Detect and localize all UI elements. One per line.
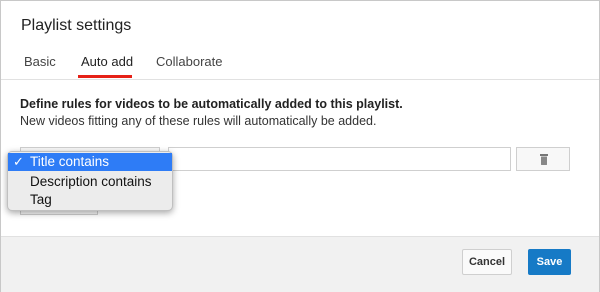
rule-value-input[interactable] <box>168 147 511 171</box>
header-divider <box>1 79 599 80</box>
dropdown-option-title-contains[interactable]: ✓ Title contains <box>8 153 172 171</box>
dropdown-option-tag[interactable]: Tag <box>8 191 172 209</box>
delete-rule-button[interactable] <box>516 147 570 171</box>
tab-auto-add[interactable]: Auto add <box>81 54 133 69</box>
tab-basic[interactable]: Basic <box>24 54 56 69</box>
tab-collaborate[interactable]: Collaborate <box>156 54 223 69</box>
rules-heading: Define rules for videos to be automatica… <box>20 97 403 111</box>
dropdown-option-label: Tag <box>30 192 52 207</box>
dialog-header: Playlist settings Basic Auto add Collabo… <box>1 1 599 79</box>
dialog-title: Playlist settings <box>21 17 132 34</box>
dropdown-option-label: Description contains <box>30 174 152 189</box>
trash-icon <box>540 154 548 165</box>
rule-type-dropdown-menu: ✓ Title contains Description contains Ta… <box>7 151 173 211</box>
save-button[interactable]: Save <box>528 249 571 275</box>
checkmark-icon: ✓ <box>13 154 24 169</box>
active-tab-indicator <box>78 75 132 78</box>
cancel-button[interactable]: Cancel <box>462 249 512 275</box>
dropdown-option-description-contains[interactable]: Description contains <box>8 173 172 191</box>
rules-subtext: New videos fitting any of these rules wi… <box>20 114 377 128</box>
dropdown-option-label: Title contains <box>30 154 110 169</box>
